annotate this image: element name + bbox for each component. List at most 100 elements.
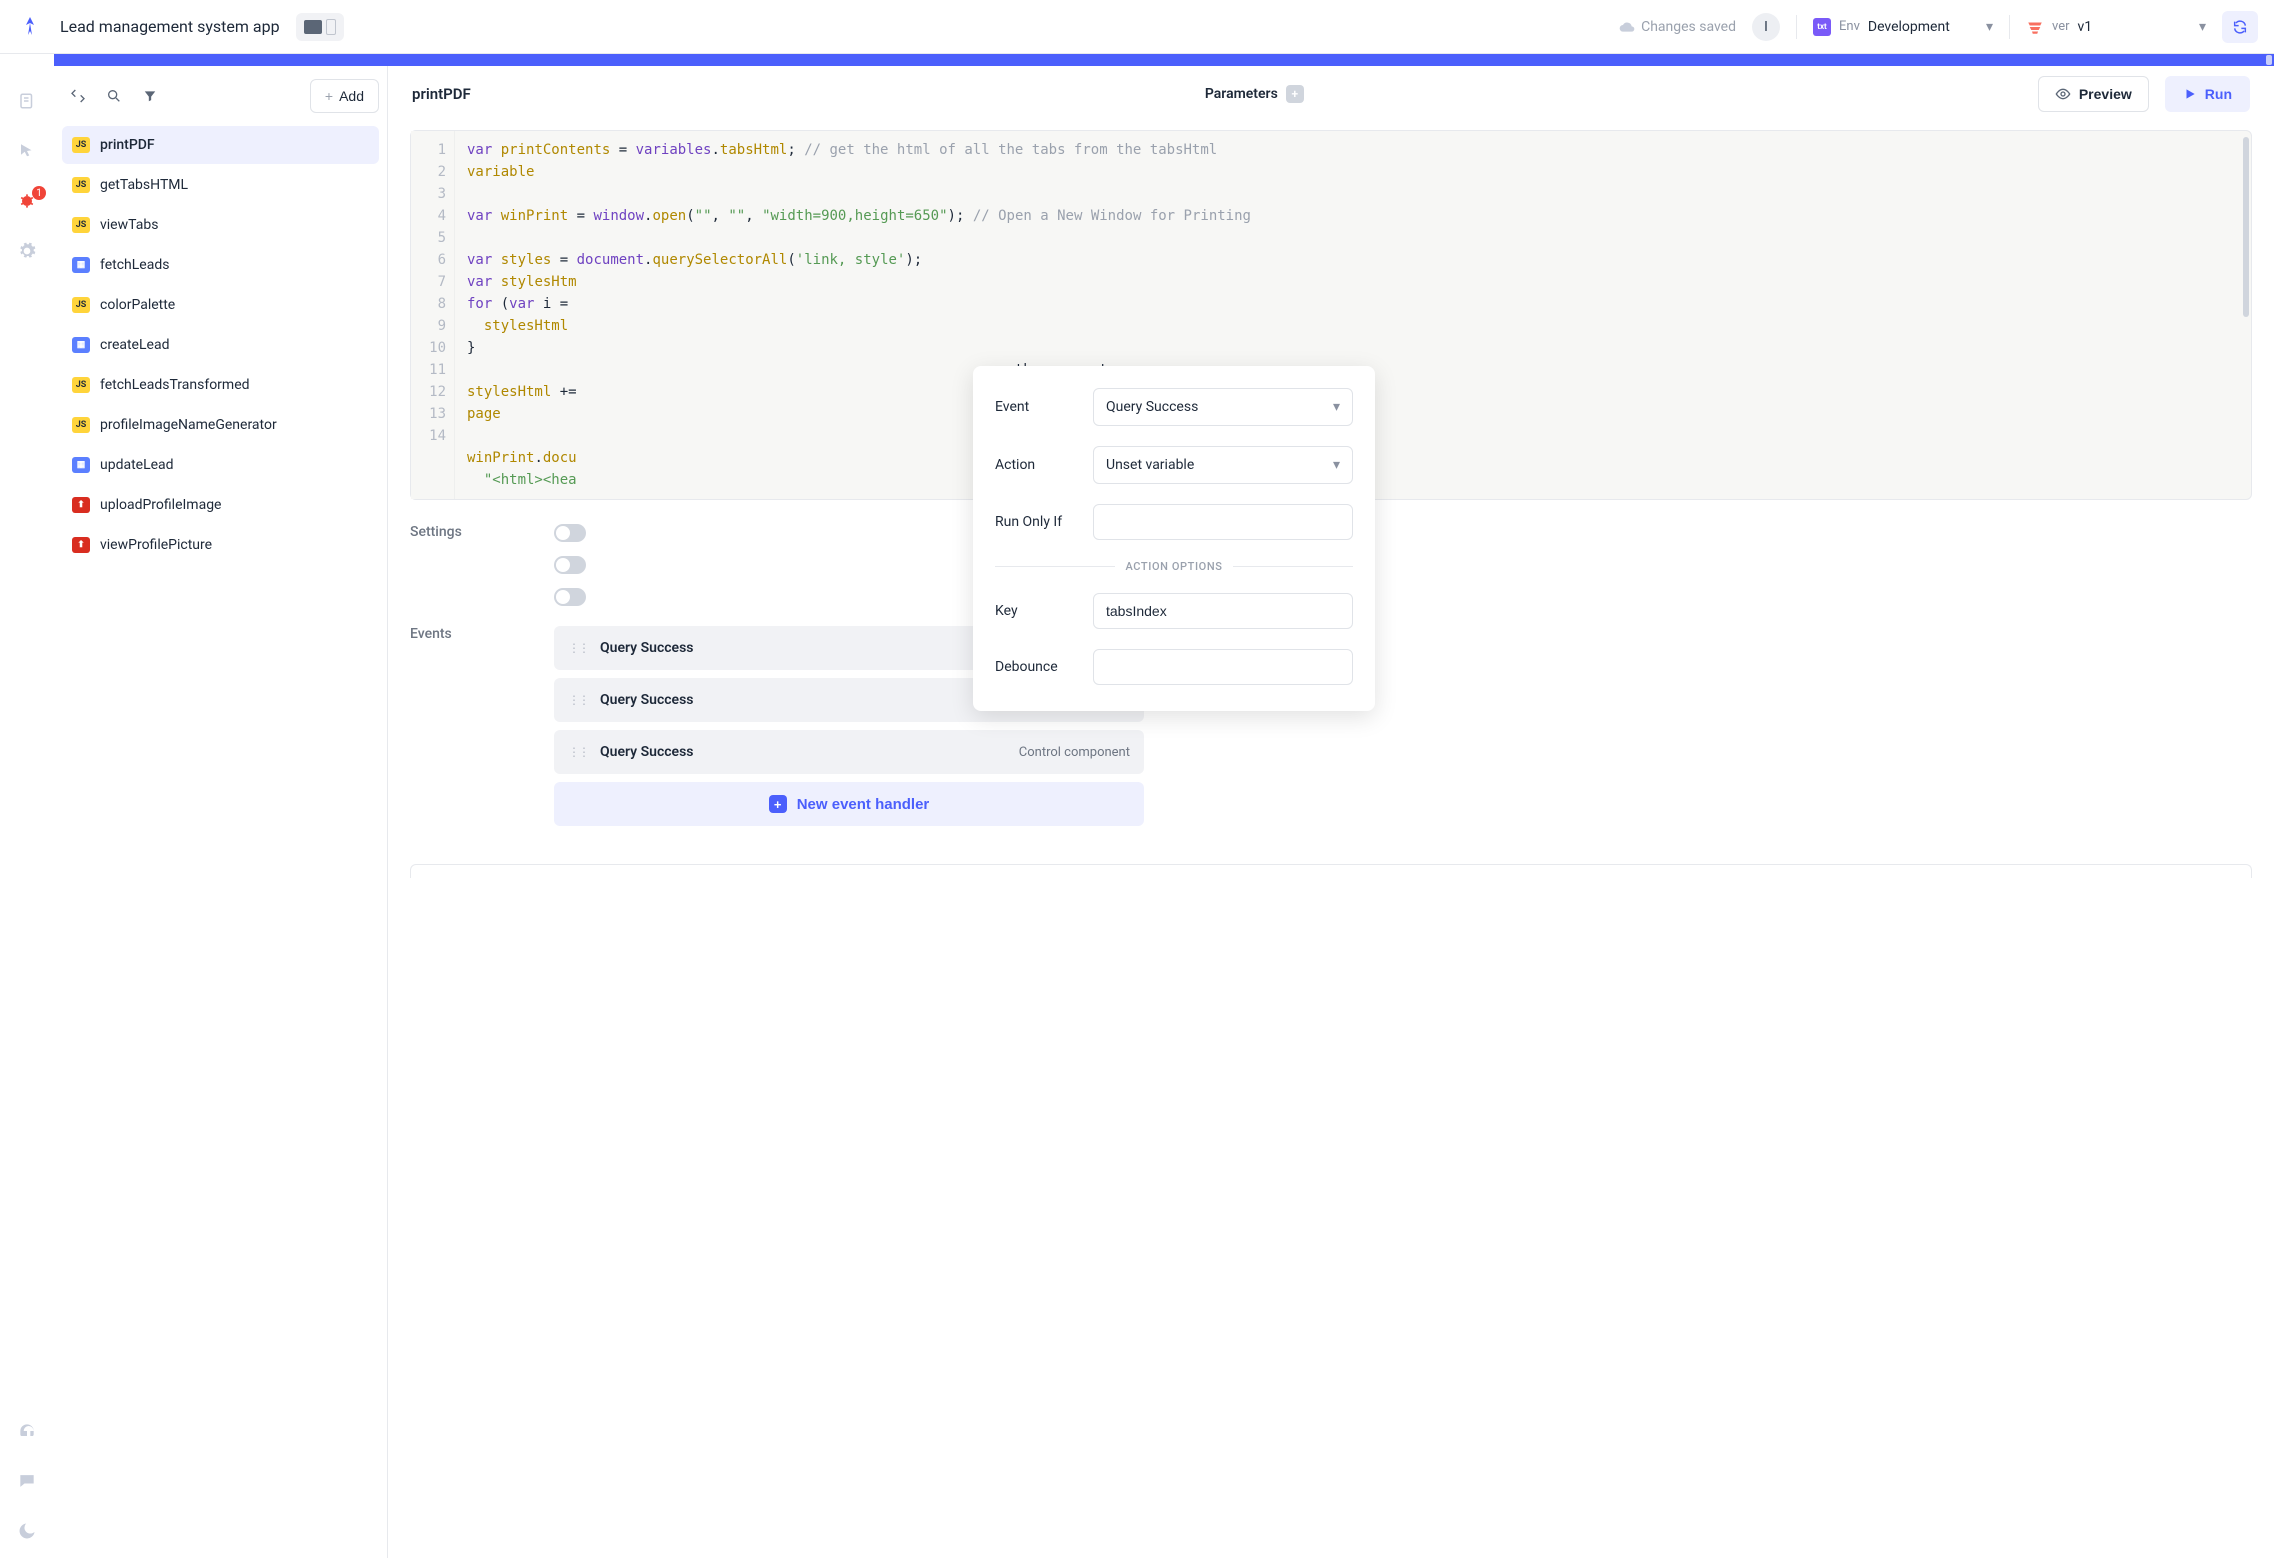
- js-icon: JS: [72, 377, 90, 393]
- editor-scrollbar[interactable]: [2243, 137, 2249, 317]
- sidebar-item[interactable]: ▦ createLead: [62, 326, 379, 364]
- support-icon[interactable]: [16, 1420, 38, 1442]
- user-avatar[interactable]: I: [1752, 13, 1780, 41]
- search-icon[interactable]: [98, 80, 130, 112]
- js-icon: JS: [72, 137, 90, 153]
- query-title: printPDF: [412, 85, 471, 103]
- action-select[interactable]: Unset variable ▾: [1093, 446, 1353, 484]
- pages-icon[interactable]: [16, 90, 38, 112]
- preview-slider[interactable]: [54, 54, 2274, 66]
- version-selector[interactable]: ver v1 ▾: [2026, 18, 2206, 36]
- setting-toggle-2[interactable]: [554, 556, 586, 574]
- event-action: Control component: [1019, 745, 1130, 760]
- app-logo-icon[interactable]: [16, 13, 44, 41]
- theme-icon[interactable]: [16, 1520, 38, 1542]
- js-icon: JS: [72, 297, 90, 313]
- js-icon: JS: [72, 177, 90, 193]
- key-input[interactable]: [1093, 593, 1353, 629]
- sidebar-item[interactable]: JS viewTabs: [62, 206, 379, 244]
- env-selector[interactable]: txt Env Development ▾: [1813, 18, 1993, 36]
- plus-icon: +: [769, 795, 787, 813]
- divider: [1796, 15, 1797, 39]
- refresh-button[interactable]: [2222, 11, 2258, 43]
- setting-toggle-3[interactable]: [554, 588, 586, 606]
- options-divider: ACTION OPTIONS: [995, 560, 1353, 573]
- content-header: printPDF Parameters + Preview Run: [388, 66, 2274, 122]
- sidebar-item[interactable]: ⬆viewProfilePicture: [62, 526, 379, 564]
- eye-icon: [2055, 86, 2071, 102]
- save-status: Changes saved: [1619, 19, 1736, 35]
- sidebar-item-label: uploadProfileImage: [100, 497, 221, 513]
- preview-button[interactable]: Preview: [2038, 76, 2149, 112]
- add-query-button[interactable]: + Add: [310, 79, 379, 113]
- js-icon: JS: [72, 417, 90, 433]
- sidebar-item-label: viewTabs: [100, 217, 158, 233]
- play-icon: [2183, 87, 2197, 101]
- sidebar-toolbar: + Add: [54, 74, 387, 118]
- sidebar-item-label: profileImageNameGenerator: [100, 417, 277, 433]
- db-icon: ▦: [72, 257, 90, 273]
- top-bar: Lead management system app Changes saved…: [0, 0, 2274, 54]
- divider: [2009, 15, 2010, 39]
- collapse-icon[interactable]: [62, 80, 94, 112]
- parameters-label[interactable]: Parameters +: [1205, 85, 1304, 103]
- sidebar-item[interactable]: ▦ updateLead: [62, 446, 379, 484]
- drag-handle-icon[interactable]: ⋮⋮: [568, 641, 588, 655]
- drag-handle-icon[interactable]: ⋮⋮: [568, 693, 588, 707]
- sidebar-item-label: printPDF: [100, 137, 155, 153]
- sidebar-item[interactable]: JS profileImageNameGenerator: [62, 406, 379, 444]
- chevron-down-icon: ▾: [2199, 19, 2206, 35]
- settings-icon[interactable]: [16, 240, 38, 262]
- run-button[interactable]: Run: [2165, 76, 2250, 112]
- sidebar-item[interactable]: JSfetchLeadsTransformed: [62, 366, 379, 404]
- sidebar-item[interactable]: ⬆ uploadProfileImage: [62, 486, 379, 524]
- event-field-label: Event: [995, 399, 1081, 415]
- add-parameter-icon[interactable]: +: [1286, 85, 1304, 103]
- event-config-popover: Event Query Success ▾ Action Unset varia…: [973, 366, 1375, 711]
- comment-icon[interactable]: [16, 1470, 38, 1492]
- runif-input[interactable]: [1093, 504, 1353, 540]
- filter-icon[interactable]: [134, 80, 166, 112]
- setting-toggle-1[interactable]: [554, 524, 586, 542]
- sidebar-item-label: viewProfilePicture: [100, 537, 212, 553]
- sidebar-item[interactable]: JSgetTabsHTML: [62, 166, 379, 204]
- chevron-down-icon: ▾: [1333, 399, 1340, 415]
- bug-icon[interactable]: 1: [16, 190, 38, 212]
- content-area: printPDF Parameters + Preview Run 12: [388, 66, 2274, 1558]
- sidebar-item-label: fetchLeads: [100, 257, 169, 273]
- app-title: Lead management system app: [60, 17, 280, 36]
- sidebar-item[interactable]: ▦ fetchLeads: [62, 246, 379, 284]
- cursor-icon[interactable]: [16, 140, 38, 162]
- version-icon: [2026, 18, 2044, 36]
- settings-label: Settings: [410, 524, 530, 540]
- debounce-input[interactable]: [1093, 649, 1353, 685]
- event-name: Query Success: [600, 744, 693, 760]
- debounce-field-label: Debounce: [995, 659, 1081, 675]
- slider-handle[interactable]: [2266, 55, 2272, 65]
- chevron-down-icon: ▾: [1986, 19, 1993, 35]
- event-select[interactable]: Query Success ▾: [1093, 388, 1353, 426]
- chevron-down-icon: ▾: [1333, 457, 1340, 473]
- action-field-label: Action: [995, 457, 1081, 473]
- sidebar-item[interactable]: JS printPDF: [62, 126, 379, 164]
- new-event-handler-button[interactable]: +New event handler: [554, 782, 1144, 826]
- line-gutter: 1234567891011121314: [411, 131, 455, 499]
- query-list: JSprintPDFJSgetTabsHTMLJSviewTabs▦fetchL…: [54, 118, 387, 572]
- db-icon: ▦: [72, 337, 90, 353]
- db-icon: ▦: [72, 457, 90, 473]
- section-divider: [410, 864, 2252, 878]
- sidebar-item-label: createLead: [100, 337, 169, 353]
- desktop-icon: [304, 20, 322, 34]
- sidebar-item[interactable]: JScolorPalette: [62, 286, 379, 324]
- mobile-icon: [326, 19, 336, 35]
- event-row[interactable]: ⋮⋮ Query Success Control component: [554, 730, 1144, 774]
- drag-handle-icon[interactable]: ⋮⋮: [568, 745, 588, 759]
- sidebar-item-label: updateLead: [100, 457, 174, 473]
- up-icon: ⬆: [72, 497, 90, 513]
- events-label: Events: [410, 626, 530, 826]
- js-icon: JS: [72, 217, 90, 233]
- key-field-label: Key: [995, 603, 1081, 619]
- cloud-icon: [1619, 19, 1635, 35]
- plus-icon: +: [325, 88, 333, 104]
- device-toggle[interactable]: [296, 13, 344, 41]
